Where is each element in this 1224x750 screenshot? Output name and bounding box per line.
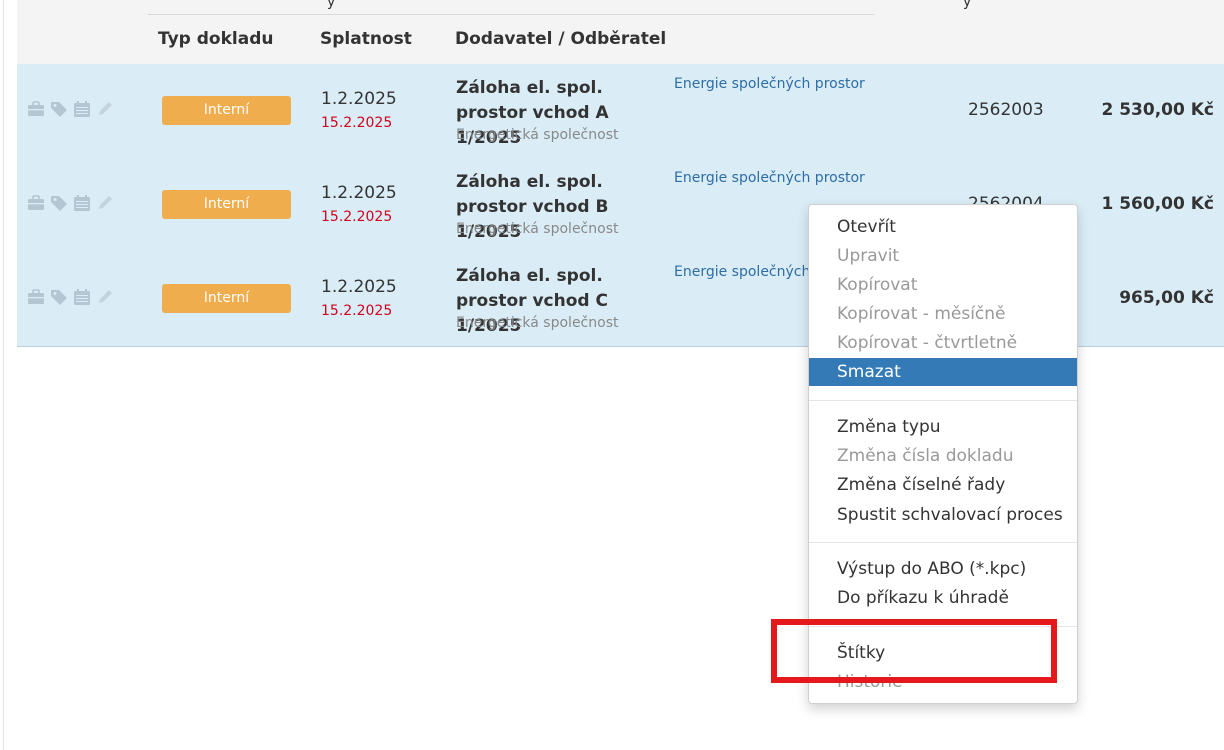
row-actions — [27, 288, 114, 306]
pencil-icon[interactable] — [96, 100, 114, 118]
pencil-icon[interactable] — [96, 194, 114, 212]
menu-item-kopirovat: Kopírovat — [837, 275, 918, 295]
column-header-typ-dokladu[interactable]: Typ dokladu — [158, 29, 273, 49]
menu-item-upravit: Upravit — [837, 246, 900, 266]
calendar-icon[interactable] — [73, 194, 91, 212]
briefcase-icon[interactable] — [27, 194, 45, 212]
calendar-icon[interactable] — [73, 100, 91, 118]
menu-item-zmena-typu[interactable]: Změna typu — [809, 413, 1077, 441]
due-date: 15.2.2025 — [321, 209, 393, 225]
briefcase-icon[interactable] — [27, 288, 45, 306]
row-actions — [27, 100, 114, 118]
briefcase-icon[interactable] — [27, 100, 45, 118]
menu-item-zmena-ciselne-rady[interactable]: Změna číselné řady — [809, 471, 1077, 499]
due-date: 15.2.2025 — [321, 115, 393, 131]
amount: 2 530,00 Kč — [1101, 100, 1214, 120]
partner-name: Energetická společnost — [456, 221, 619, 237]
column-header-dodavatel[interactable]: Dodavatel / Odběratel — [455, 29, 666, 49]
tag-icon[interactable] — [50, 194, 68, 212]
status-badge: Interní — [162, 190, 291, 219]
table-row[interactable]: Interní 1.2.2025 15.2.2025 Záloha el. sp… — [17, 64, 1224, 159]
amount: 1 560,00 Kč — [1101, 194, 1214, 214]
due-date: 15.2.2025 — [321, 303, 393, 319]
tag-icon[interactable] — [50, 288, 68, 306]
category-link[interactable]: Energie společných prostor — [674, 76, 865, 92]
menu-item-spustit-schvalovaci-proces[interactable]: Spustit schvalovací proces — [809, 501, 1077, 529]
partner-name: Energetická společnost — [456, 315, 619, 331]
issue-date: 1.2.2025 — [321, 277, 397, 297]
left-border — [3, 0, 4, 750]
calendar-icon[interactable] — [73, 288, 91, 306]
status-badge: Interní — [162, 96, 291, 125]
document-number: 2562003 — [968, 100, 1044, 120]
header-divider — [148, 14, 874, 15]
menu-item-otevrit[interactable]: Otevřít — [809, 213, 1077, 241]
issue-date: 1.2.2025 — [321, 89, 397, 109]
menu-item-vystup-abo[interactable]: Výstup do ABO (*.kpc) — [809, 555, 1077, 583]
column-header-splatnost[interactable]: Splatnost — [320, 29, 412, 49]
menu-item-zmena-cisla-dokladu: Změna čísla dokladu — [837, 446, 1014, 466]
row-actions — [27, 194, 114, 212]
pencil-icon[interactable] — [96, 288, 114, 306]
cut-header-text: y — [327, 0, 336, 10]
partner-name: Energetická společnost — [456, 127, 619, 143]
menu-item-kopirovat-ctvrtletne: Kopírovat - čtvrtletně — [837, 333, 1018, 353]
menu-item-kopirovat-mesicne: Kopírovat - měsíčně — [837, 304, 1006, 324]
tag-icon[interactable] — [50, 100, 68, 118]
category-link[interactable]: Energie společných prostor — [674, 170, 865, 186]
highlight-box — [771, 619, 1057, 683]
menu-divider — [809, 400, 1077, 401]
cut-header-text: y — [963, 0, 972, 10]
status-badge: Interní — [162, 284, 291, 313]
menu-divider — [809, 542, 1077, 543]
issue-date: 1.2.2025 — [321, 183, 397, 203]
menu-item-do-prikazu[interactable]: Do příkazu k úhradě — [809, 584, 1077, 612]
amount: 965,00 Kč — [1119, 288, 1214, 308]
menu-item-smazat[interactable]: Smazat — [809, 358, 1077, 386]
